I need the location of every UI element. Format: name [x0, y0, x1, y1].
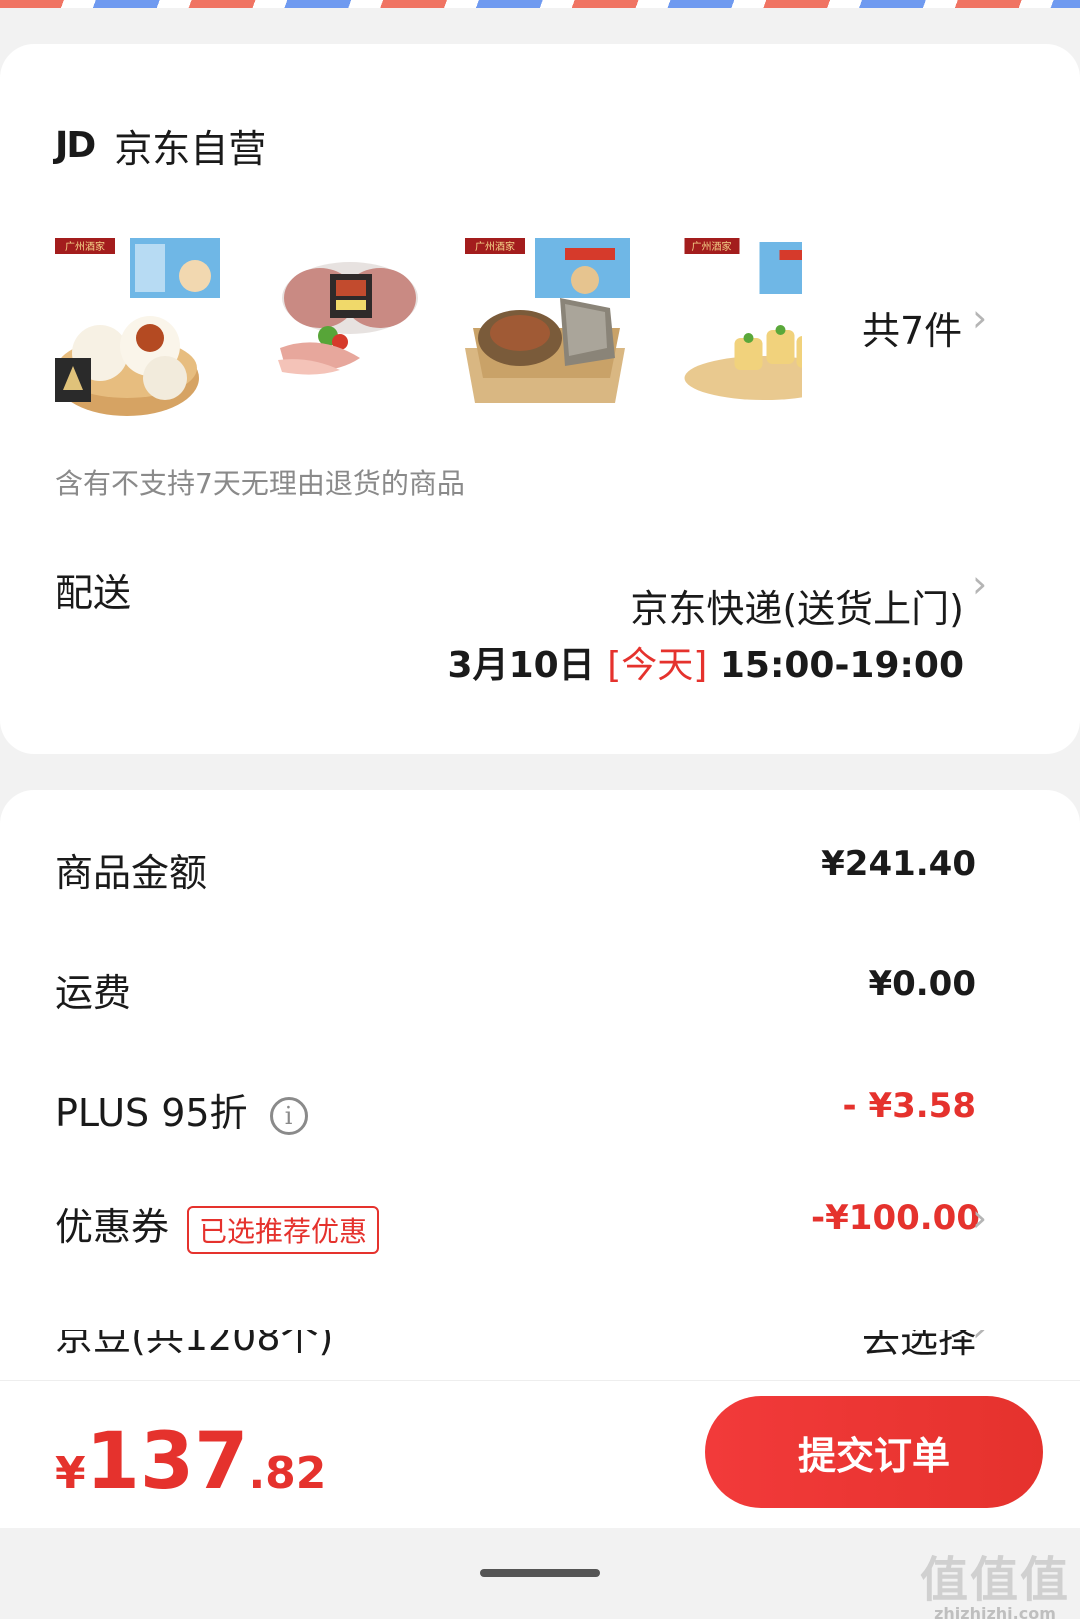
delivery-window: 15:00-19:00 — [719, 645, 964, 686]
return-policy-notice: 含有不支持7天无理由退货的商品 — [55, 467, 465, 500]
chevron-right-icon[interactable]: › — [972, 1196, 987, 1240]
brand-label: 广州酒家 — [692, 240, 732, 253]
shipping-fee-label: 运费 — [55, 971, 132, 1015]
goods-amount-value: ¥241.40 — [821, 844, 976, 884]
watermark-logo: 值值值 zhizhizhi.com — [920, 1540, 1070, 1619]
plus-discount-label: PLUS 95折 — [55, 1091, 248, 1135]
watermark-sub: zhizhizhi.com — [934, 1604, 1056, 1619]
product-baozi-thumbnail[interactable]: 广州酒家 — [55, 238, 225, 418]
store-header[interactable]: JD 京东自营 — [55, 120, 267, 171]
total-price: ¥137.82 — [55, 1417, 326, 1507]
info-icon[interactable]: i — [269, 1096, 308, 1135]
delivery-today-tag: [今天] — [607, 645, 708, 686]
home-indicator[interactable] — [480, 1569, 600, 1577]
submit-order-button[interactable]: 提交订单 — [705, 1396, 1043, 1508]
jd-logo: JD — [55, 124, 96, 166]
price-decimal: .82 — [248, 1448, 327, 1499]
delivery-method[interactable]: 京东快递(送货上门) — [630, 578, 964, 633]
price-integer: 137 — [85, 1417, 249, 1507]
coupon-row[interactable]: 优惠券 已选推荐优惠 — [55, 1196, 380, 1254]
store-name: 京东自营 — [114, 126, 267, 171]
product-ham-thumbnail[interactable] — [260, 238, 430, 418]
product-zongzi-thumbnail[interactable]: 广州酒家 — [465, 238, 635, 418]
item-count-link[interactable]: 共7件 — [862, 300, 962, 355]
delivery-date: 3月10日 — [447, 645, 595, 686]
watermark-main: 值值值 — [919, 1552, 1070, 1608]
delivery-time[interactable]: 3月10日 [今天] 15:00-19:00 — [448, 636, 964, 688]
jd-beans-action[interactable]: 去选择 — [862, 1330, 976, 1363]
brand-label: 广州酒家 — [65, 240, 105, 253]
goods-amount-label: 商品金额 — [55, 851, 208, 895]
product-shaomai-thumbnail[interactable]: 广州酒家 — [667, 238, 802, 418]
plus-discount-row: PLUS 95折 i — [55, 1082, 308, 1137]
jd-beans-label: 京豆(共1208个) — [55, 1330, 334, 1359]
plus-discount-value: - ¥3.58 — [842, 1086, 977, 1126]
delivery-label: 配送 — [55, 571, 132, 615]
envelope-stripe — [0, 0, 1080, 8]
currency-symbol: ¥ — [55, 1448, 86, 1499]
chevron-right-icon[interactable]: › — [972, 296, 987, 340]
coupon-value[interactable]: -¥100.00 — [811, 1198, 980, 1238]
chevron-right-icon[interactable]: › — [972, 562, 987, 606]
coupon-label: 优惠券 — [55, 1205, 170, 1249]
brand-label: 广州酒家 — [475, 240, 515, 253]
checkout-bar: ¥137.82 提交订单 — [0, 1380, 1080, 1528]
shipping-fee-value: ¥0.00 — [868, 964, 976, 1004]
coupon-tag: 已选推荐优惠 — [187, 1205, 380, 1254]
chevron-right-icon[interactable]: › — [972, 1330, 987, 1350]
jd-beans-row[interactable]: 京豆(共1208个) 去选择 › — [0, 1330, 1080, 1380]
